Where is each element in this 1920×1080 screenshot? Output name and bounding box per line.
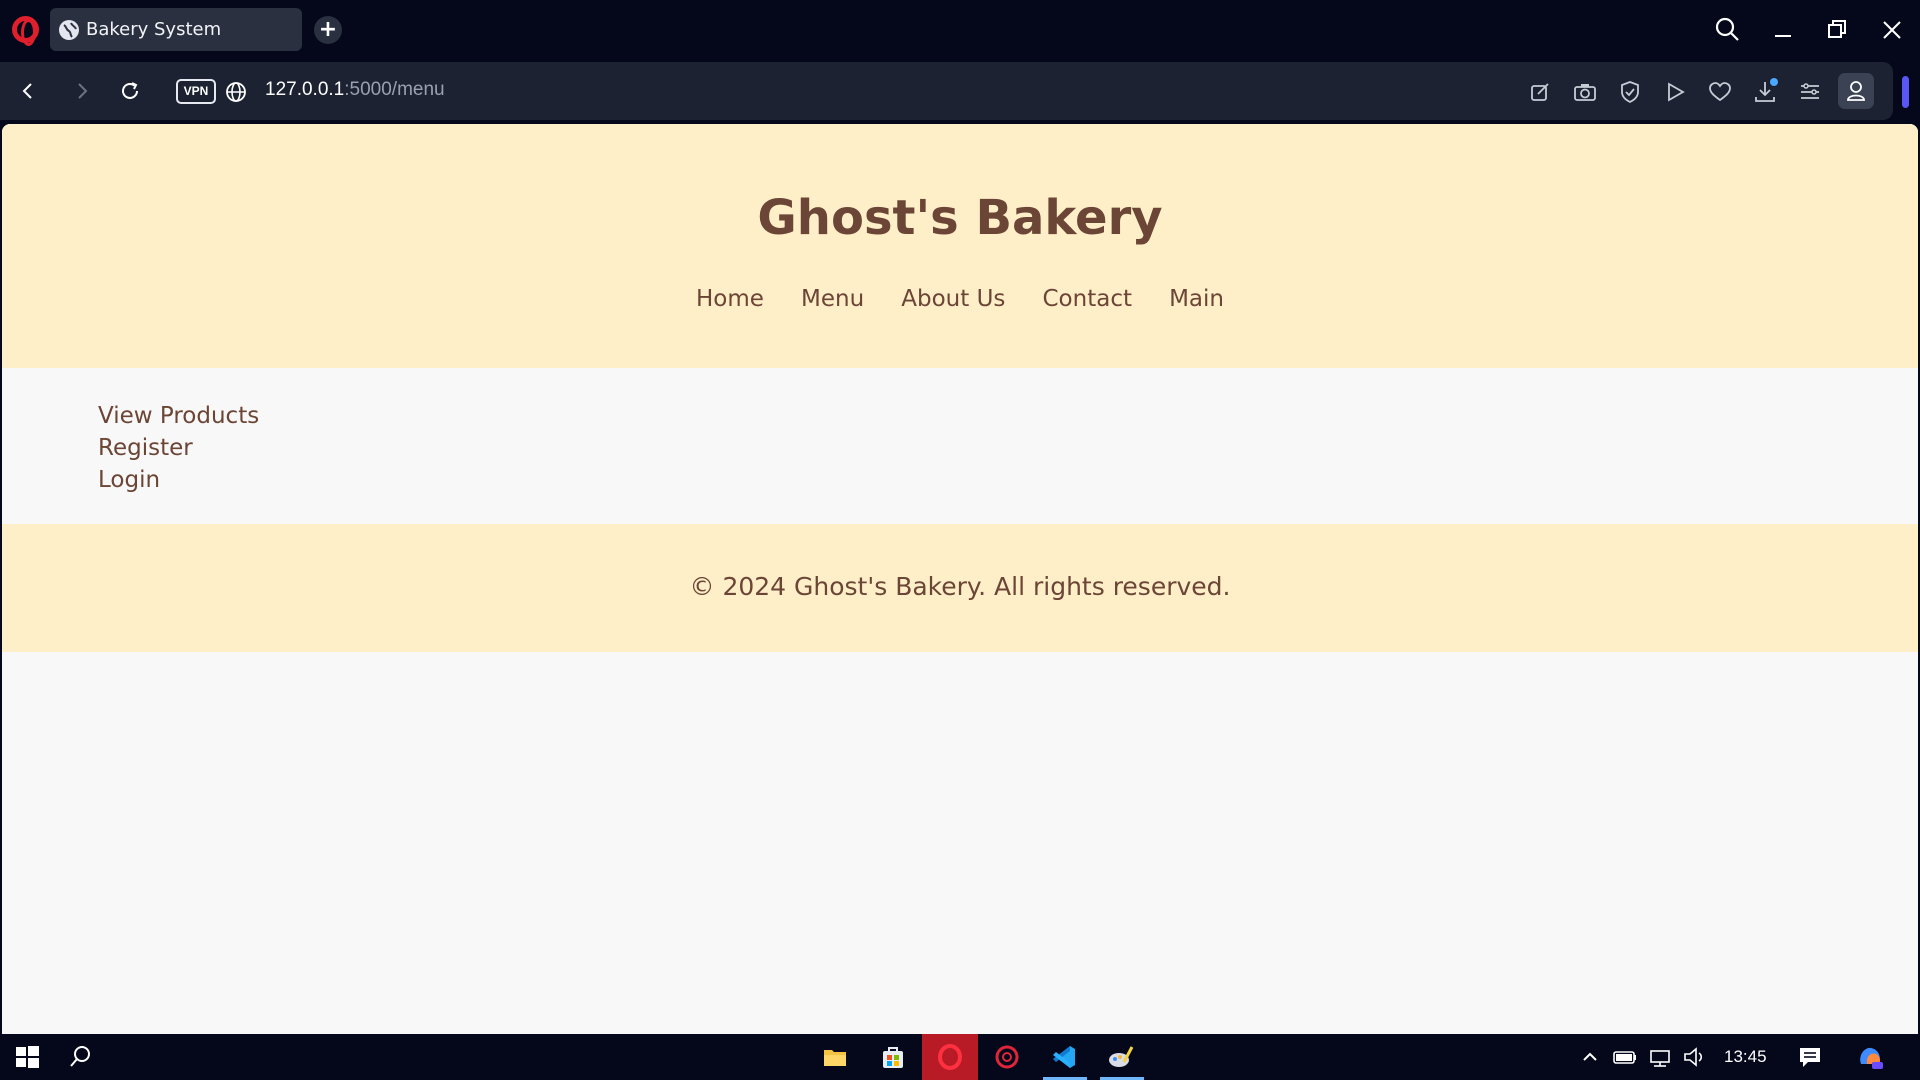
taskbar-clock[interactable]: 13:45 — [1724, 1047, 1767, 1067]
taskbar-opera-active[interactable] — [922, 1034, 978, 1080]
site-title: Ghost's Bakery — [757, 190, 1163, 246]
file-explorer-icon[interactable] — [820, 1042, 850, 1072]
network-icon[interactable] — [1645, 1042, 1675, 1072]
forward-icon[interactable] — [67, 76, 97, 106]
windows-taskbar: 13:45 — [0, 1034, 1920, 1080]
view-products-link[interactable]: View Products — [98, 400, 259, 432]
opera-browser-icon — [938, 1044, 962, 1070]
nav-link-main[interactable]: Main — [1169, 286, 1224, 312]
shield-icon[interactable] — [1615, 77, 1645, 107]
notifications-icon[interactable] — [1795, 1042, 1825, 1072]
login-link[interactable]: Login — [98, 464, 259, 496]
heart-icon[interactable] — [1705, 77, 1735, 107]
opera-logo-icon[interactable] — [12, 16, 39, 46]
reload-icon[interactable] — [115, 76, 145, 106]
globe-favicon-icon — [59, 20, 79, 40]
play-send-icon[interactable] — [1660, 77, 1690, 107]
paint-app-icon[interactable] — [1106, 1042, 1136, 1072]
show-hidden-icons-chevron-icon[interactable] — [1575, 1042, 1605, 1072]
site-footer: © 2024 Ghost's Bakery. All rights reserv… — [2, 524, 1918, 652]
url-path: :5000/menu — [344, 79, 445, 100]
vpn-button[interactable]: VPN — [176, 79, 216, 104]
taskbar-search-icon[interactable] — [66, 1042, 96, 1072]
close-icon[interactable] — [1876, 14, 1908, 46]
site-info-globe-icon[interactable] — [224, 80, 248, 104]
volume-icon[interactable] — [1680, 1042, 1710, 1072]
battery-icon[interactable] — [1610, 1042, 1640, 1072]
vscode-icon[interactable] — [1049, 1042, 1079, 1072]
share-icon[interactable] — [1525, 77, 1555, 107]
back-icon[interactable] — [13, 76, 43, 106]
web-page-viewport: Ghost's Bakery Home Menu About Us Contac… — [2, 124, 1918, 1034]
search-icon[interactable] — [1712, 14, 1744, 46]
register-link[interactable]: Register — [98, 432, 259, 464]
microsoft-store-icon[interactable] — [878, 1042, 908, 1072]
main-content: View Products Register Login — [98, 400, 259, 496]
nav-link-home[interactable]: Home — [696, 286, 764, 312]
browser-tab-active[interactable]: Bakery System — [50, 8, 302, 51]
browser-tab-strip: Bakery System + — [0, 0, 1920, 60]
address-input[interactable]: 127.0.0.1:5000/menu — [265, 79, 445, 101]
tab-title: Bakery System — [86, 19, 222, 40]
sidebar-accent-indicator — [1902, 76, 1909, 108]
footer-copyright: © 2024 Ghost's Bakery. All rights reserv… — [689, 572, 1231, 601]
easy-setup-menu-icon[interactable] — [1795, 77, 1825, 107]
minimize-icon[interactable] — [1767, 14, 1799, 46]
user-icon — [1847, 81, 1865, 101]
nav-link-about-us[interactable]: About Us — [901, 286, 1005, 312]
nav-link-contact[interactable]: Contact — [1043, 286, 1132, 312]
restore-icon[interactable] — [1821, 14, 1853, 46]
site-header: Ghost's Bakery Home Menu About Us Contac… — [2, 124, 1918, 368]
address-bar-container: VPN 127.0.0.1:5000/menu — [0, 62, 1893, 120]
download-icon[interactable] — [1750, 77, 1780, 107]
url-host: 127.0.0.1 — [265, 79, 345, 100]
copilot-icon[interactable] — [1855, 1042, 1885, 1072]
browser-toolbar: VPN 127.0.0.1:5000/menu — [0, 62, 1920, 120]
opera-gx-icon[interactable] — [992, 1042, 1022, 1072]
profile-button[interactable] — [1838, 73, 1874, 109]
camera-snapshot-icon[interactable] — [1570, 77, 1600, 107]
new-tab-button[interactable]: + — [314, 16, 342, 44]
site-navigation: Home Menu About Us Contact Main — [2, 286, 1918, 312]
windows-start-icon[interactable] — [12, 1042, 42, 1072]
nav-link-menu[interactable]: Menu — [801, 286, 864, 312]
